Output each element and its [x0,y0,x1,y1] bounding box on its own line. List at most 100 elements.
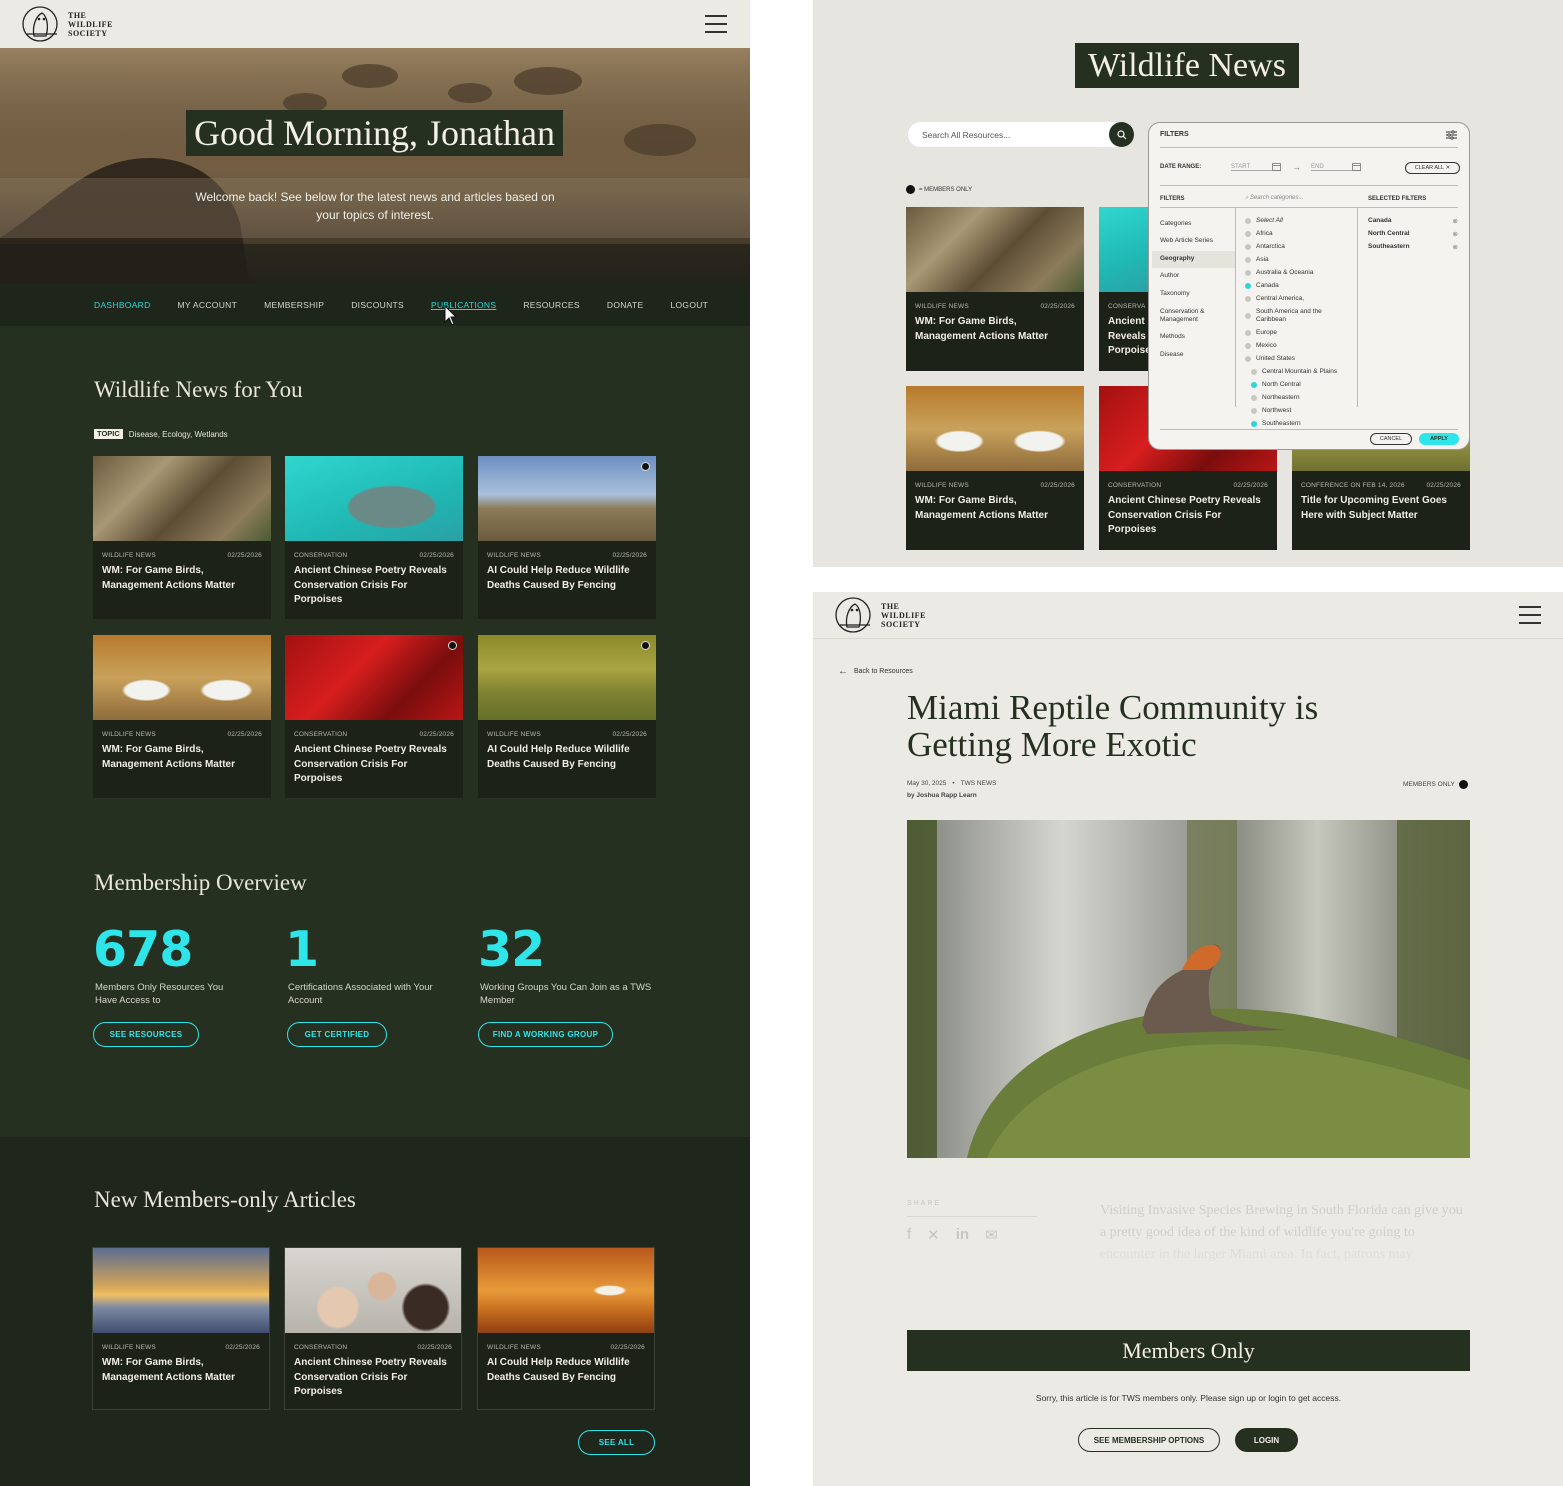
filter-category-0[interactable]: Categories [1160,220,1230,228]
geography-option[interactable]: South America and the Caribbean [1245,308,1336,324]
email-icon[interactable]: ✉ [985,1226,998,1244]
news-card[interactable]: WILDLIFE NEWS 02/25/2026 WM: For Game Bir… [906,207,1084,371]
geography-option[interactable]: Australia & Oceania [1245,269,1313,276]
geography-option[interactable]: Northeastern [1251,394,1300,401]
geography-option[interactable]: United States [1245,355,1295,362]
cancel-button[interactable]: CANCEL [1370,433,1412,445]
nav-discounts[interactable]: DISCOUNTS [351,300,404,310]
selected-filter: Canada ⊗ [1368,217,1458,225]
news-card[interactable]: CONSERVATION 02/25/2026 Ancient Chinese P… [285,456,463,619]
geography-option[interactable]: Antarctica [1245,243,1285,250]
geography-option[interactable]: Mexico [1245,342,1277,349]
login-button[interactable]: LOGIN [1235,1428,1298,1452]
search-button[interactable] [1109,122,1134,147]
news-card[interactable]: CONSERVATION 02/25/2026 Ancient Chinese P… [285,635,463,798]
card-title: Ancient Reveals Porpoise [1108,316,1151,356]
card-image [93,456,271,541]
filter-category-4[interactable]: Taxonomy [1160,290,1230,298]
geography-option[interactable]: Canada [1245,282,1279,289]
card-title: Ancient Chinese Poetry Reveals Conservat… [294,565,447,605]
member-card[interactable]: WILDLIFE NEWS 02/25/2026 WM: For Game Bir… [92,1247,270,1410]
geography-option[interactable]: North Central [1251,381,1301,388]
x-twitter-icon[interactable]: ✕ [927,1226,940,1244]
see-all-button[interactable]: SEE ALL [578,1430,655,1455]
nav-my-account[interactable]: MY ACCOUNT [178,300,238,310]
see-membership-options-button[interactable]: SEE MEMBERSHIP OPTIONS [1078,1428,1220,1452]
working-groups-count: 32 [478,921,545,978]
members-only-text: MEMBERS ONLY [1403,781,1455,788]
apply-button[interactable]: APPLY [1419,433,1459,445]
filter-category-3[interactable]: Author [1160,272,1230,280]
geography-option[interactable]: Central America, [1245,295,1304,302]
radio-icon [1245,355,1251,362]
geography-option[interactable]: Northwest [1251,407,1291,414]
nav-resources[interactable]: RESOURCES [523,300,580,310]
selected-filter: North Central ⊗ [1368,230,1458,238]
arrow-left-icon: ← [838,666,848,677]
nav-membership[interactable]: MEMBERSHIP [264,300,324,310]
topic-values: Disease, Ecology, Wetlands [128,429,228,439]
linkedin-icon[interactable]: in [956,1226,969,1244]
geography-option[interactable]: Select All [1245,217,1283,224]
radio-icon [1251,407,1257,414]
news-card[interactable]: WILDLIFE NEWS 02/25/2026 AI Could Help Re… [478,635,656,798]
radio-icon [1245,243,1251,250]
calendar-icon[interactable] [1352,162,1361,171]
remove-filter-icon[interactable]: ⊗ [1453,243,1458,251]
sliders-icon[interactable] [1446,130,1457,140]
news-card[interactable]: WILDLIFE NEWS 02/25/2026 WM: For Game Bir… [93,635,271,798]
remove-filter-icon[interactable]: ⊗ [1453,230,1458,238]
members-articles-title: New Members-only Articles [94,1187,356,1212]
card-category: WILDLIFE NEWS [487,1344,541,1351]
geography-option[interactable]: Africa [1245,230,1273,237]
category-search-input[interactable]: ⌕ Search categories... [1245,195,1303,202]
card-image [906,207,1084,292]
member-card[interactable]: CONSERVATION 02/25/2026 Ancient Chinese P… [284,1247,462,1410]
card-image [93,635,271,720]
owl-logo-icon [835,597,871,633]
get-certified-button[interactable]: GET CERTIFIED [287,1022,387,1047]
member-card[interactable]: WILDLIFE NEWS 02/25/2026 AI Could Help Re… [477,1247,655,1410]
filter-category-1[interactable]: Web Article Series [1160,237,1230,245]
facebook-icon[interactable]: f [907,1226,911,1244]
geography-option[interactable]: Europe [1245,329,1277,336]
geography-option[interactable]: Asia [1245,256,1269,263]
filter-category-7[interactable]: Disease [1160,351,1230,359]
site-logo[interactable]: THE WILDLIFE SOCIETY [835,595,926,635]
geography-option[interactable]: Southeastern [1251,420,1301,427]
geography-option[interactable]: Central Mountain & Plains [1251,368,1337,375]
nav-dashboard[interactable]: DASHBOARD [94,300,151,310]
membership-title: Membership Overview [94,870,307,895]
card-image [478,456,656,541]
site-logo[interactable]: THE WILDLIFE SOCIETY [22,4,113,44]
filter-category-2[interactable]: Geography [1160,255,1230,263]
lock-icon [641,641,650,650]
geography-option-label: Australia & Oceania [1256,269,1314,276]
calendar-icon[interactable] [1272,162,1281,171]
filter-category-5[interactable]: Conservation & Management [1160,308,1230,324]
remove-filter-icon[interactable]: ⊗ [1453,217,1458,225]
news-card[interactable]: WILDLIFE NEWS 02/25/2026 AI Could Help Re… [478,456,656,619]
owl-logo-icon [22,6,58,42]
menu-icon[interactable] [1519,606,1541,624]
find-working-group-button[interactable]: FIND A WORKING GROUP [478,1022,613,1047]
filter-category-6[interactable]: Methods [1160,333,1230,341]
article-title: Miami Reptile Community is Getting More … [907,688,1319,764]
geography-option-label: Northeastern [1262,394,1300,401]
members-only-legend: = MEMBERS ONLY [906,185,972,194]
radio-icon [1245,269,1251,276]
nav-publications[interactable]: PUBLICATIONS [431,300,496,310]
back-link[interactable]: ← Back to Resources [838,666,913,677]
see-resources-button[interactable]: SEE RESOURCES [93,1022,199,1047]
radio-icon [1251,420,1257,427]
menu-icon[interactable] [705,15,727,33]
clear-all-button[interactable]: CLEAR ALL ✕ [1405,162,1460,174]
card-category: CONSERVATION [294,731,348,738]
nav-logout[interactable]: LOGOUT [670,300,708,310]
start-placeholder: START [1231,164,1251,170]
nav-donate[interactable]: DONATE [607,300,644,310]
news-card[interactable]: WILDLIFE NEWS 02/25/2026 WM: For Game Bir… [906,386,1084,550]
card-date: 02/25/2026 [1426,482,1461,489]
search-input[interactable]: Search All Resources... [908,122,1134,147]
news-card[interactable]: WILDLIFE NEWS 02/25/2026 WM: For Game Bir… [93,456,271,619]
